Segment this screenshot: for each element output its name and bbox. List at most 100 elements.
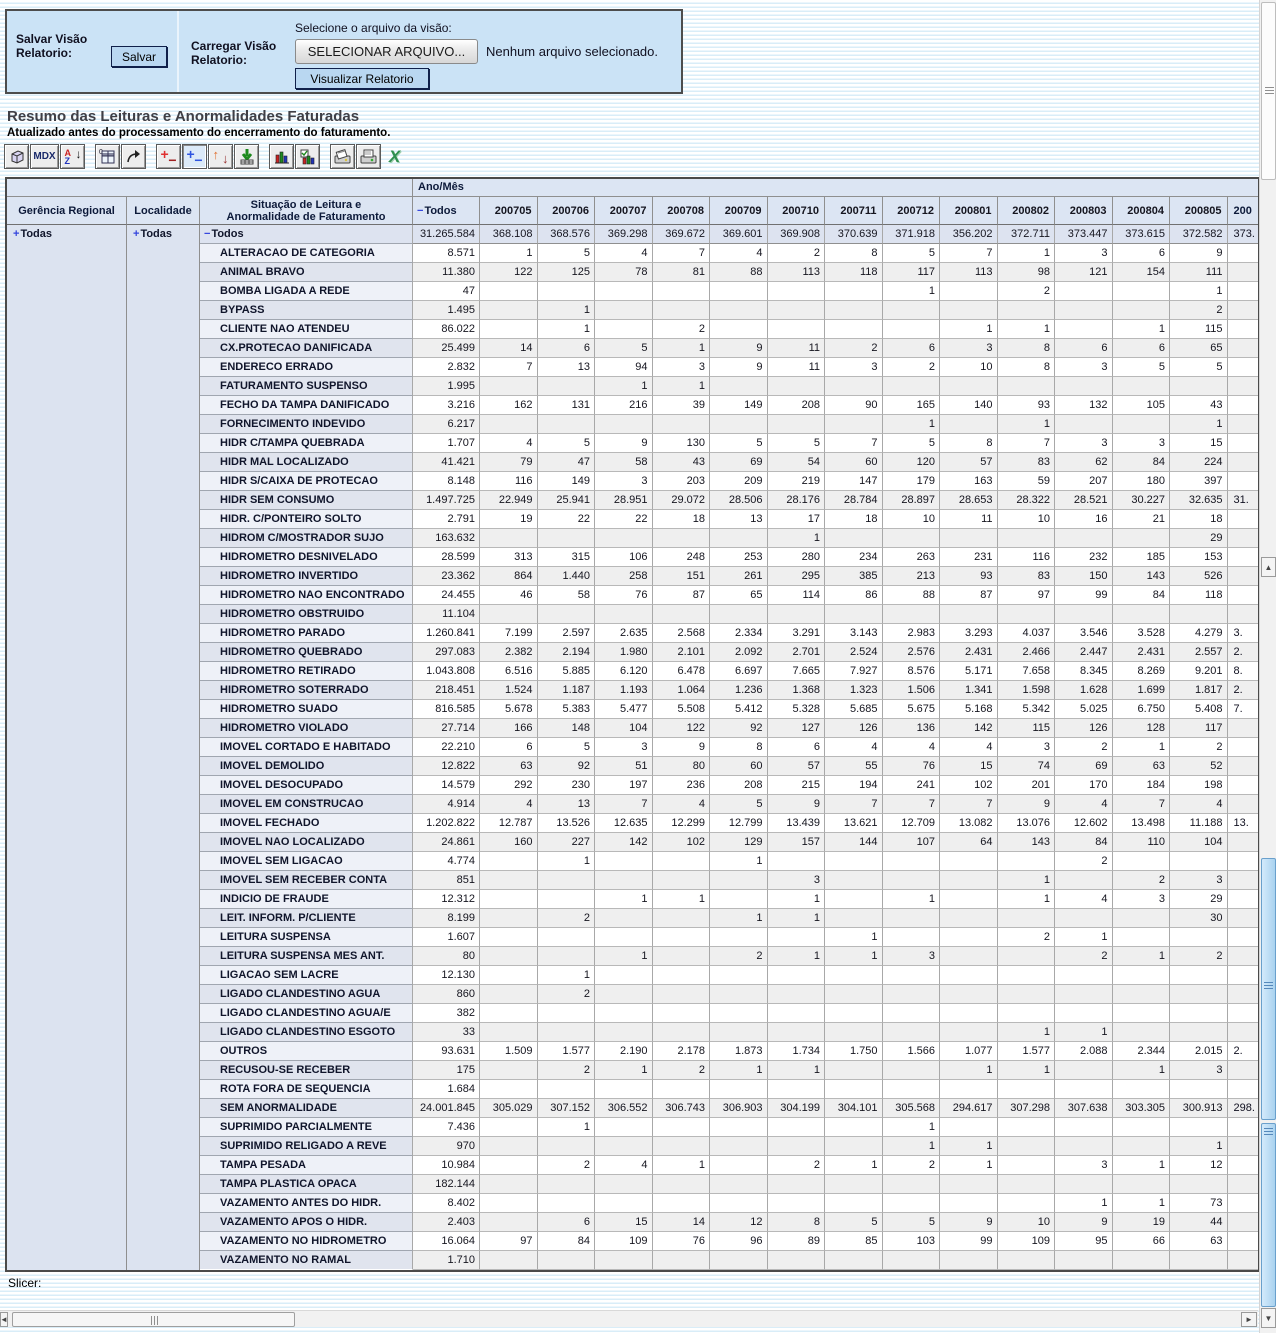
data-cell-200712: 8.576 (883, 662, 941, 681)
outer-scroll-thumb[interactable] (1261, 2, 1276, 180)
scroll-left-button[interactable]: ◄ (0, 1312, 8, 1327)
data-cell-200801 (940, 1118, 998, 1137)
field-list-icon[interactable]: 0 (95, 144, 120, 169)
data-cell-200709: 2.092 (710, 643, 768, 662)
column-header-200706[interactable]: 200706 (538, 197, 596, 225)
column-header-200711[interactable]: 200711 (825, 197, 883, 225)
column-group-header[interactable]: Ano/Mês (413, 179, 1258, 197)
column-header-200805[interactable]: 200805 (1170, 197, 1228, 225)
export-page-icon[interactable] (330, 144, 355, 169)
expand-red-icon[interactable]: +− (156, 144, 181, 169)
chart-icon[interactable] (269, 144, 294, 169)
column-header-200804[interactable]: 200804 (1113, 197, 1171, 225)
print-icon[interactable] (356, 144, 381, 169)
field-header-situation[interactable]: Situação de Leitura eAnormalidade de Fat… (200, 197, 413, 225)
data-cell-200804: 2 (1113, 871, 1171, 890)
data-cell-partial (1228, 529, 1259, 548)
data-cell-200709 (710, 1118, 768, 1137)
data-cell-200803: 84 (1055, 833, 1113, 852)
chart-check-icon[interactable] (295, 144, 320, 169)
column-header-200801[interactable]: 200801 (940, 197, 998, 225)
data-cell-200803: 307.638 (1055, 1099, 1113, 1118)
table-row: HIDR. C/PONTEIRO SOLTO2.7911922221813171… (200, 510, 1258, 529)
column-header-200708[interactable]: 200708 (653, 197, 711, 225)
sort-az-icon[interactable]: A Z ↓ (60, 144, 85, 169)
field-header-region[interactable]: Gerência Regional (7, 197, 127, 225)
column-header-200710[interactable]: 200710 (768, 197, 826, 225)
column-header-200709[interactable]: 200709 (710, 197, 768, 225)
data-cell-200708: 76 (653, 1232, 711, 1251)
sort-arrows-icon[interactable]: ↑↓ (208, 144, 233, 169)
data-cell-200707 (595, 1175, 653, 1194)
field-header-locality[interactable]: Localidade (127, 197, 200, 225)
scroll-up-button[interactable]: ▲ (1261, 557, 1276, 577)
scroll-grip (1265, 87, 1274, 95)
data-cell-200710: 1.368 (768, 681, 826, 700)
data-cell-200801: 1.077 (940, 1042, 998, 1061)
data-cell-200706 (538, 871, 596, 890)
data-cell-200711: 90 (825, 396, 883, 415)
table-row: INDICIO DE FRAUDE12.312111114329 (200, 890, 1258, 909)
data-cell-200709 (710, 1137, 768, 1156)
data-cell-200805 (1170, 852, 1228, 871)
mdx-button[interactable]: MDX (30, 144, 59, 169)
data-cell-200708: 2 (653, 1061, 711, 1080)
table-row: LEITURA SUSPENSA MES ANT.8012113212 (200, 947, 1258, 966)
column-header-200712[interactable]: 200712 (883, 197, 941, 225)
data-cell-200705 (480, 909, 538, 928)
data-cell-200805 (1170, 1175, 1228, 1194)
data-cell-200801 (940, 1080, 998, 1099)
horizontal-scroll-thumb[interactable] (12, 1312, 295, 1327)
row-label: IMOVEL FECHADO (200, 813, 413, 833)
collapse-glyph[interactable]: − (417, 205, 423, 217)
data-cell-partial (1228, 1232, 1259, 1251)
column-header-partial[interactable]: 200 (1228, 197, 1259, 225)
column-header-200803[interactable]: 200803 (1055, 197, 1113, 225)
data-cell-todos: 8.571 (413, 244, 480, 263)
collapse-blue-icon[interactable]: +− (182, 144, 207, 169)
select-file-button[interactable]: SELECIONAR ARQUIVO... (295, 39, 478, 64)
collapse-glyph[interactable]: − (204, 228, 210, 240)
data-cell-200711: 5.685 (825, 700, 883, 719)
table-row: LEITURA SUSPENSA1.607121 (200, 928, 1258, 947)
row-label[interactable]: −Todos (200, 225, 413, 244)
data-cell-200706 (538, 890, 596, 909)
column-header-todos[interactable]: − Todos (413, 197, 480, 225)
data-cell-200801 (940, 415, 998, 434)
data-cell-200707: 4 (595, 1156, 653, 1175)
data-cell-200705 (480, 1118, 538, 1137)
data-cell-todos: 1.607 (413, 928, 480, 947)
data-cell-200712 (883, 320, 941, 339)
expand-glyph[interactable]: + (13, 228, 19, 240)
data-cell-200803: 5.025 (1055, 700, 1113, 719)
region-member-cell[interactable]: +Todas (7, 225, 127, 1270)
drill-down-icon[interactable] (234, 144, 259, 169)
data-cell-200710: 17 (768, 510, 826, 529)
scroll-down-button[interactable]: ▼ (1261, 1308, 1276, 1328)
inner-scroll-thumb-lower[interactable] (1261, 1123, 1276, 1307)
excel-icon[interactable]: X (382, 144, 407, 169)
column-header-200802[interactable]: 200802 (998, 197, 1056, 225)
data-cell-200710 (768, 1194, 826, 1213)
data-cell-200804: 84 (1113, 586, 1171, 605)
data-cell-200709 (710, 529, 768, 548)
data-cell-todos: 33 (413, 1023, 480, 1042)
data-cell-200709: 13 (710, 510, 768, 529)
save-button[interactable]: Salvar (111, 46, 167, 67)
data-cell-200805: 11.188 (1170, 814, 1228, 833)
column-header-200707[interactable]: 200707 (595, 197, 653, 225)
file-status-text: Nenhum arquivo selecionado. (486, 44, 658, 59)
cube-icon[interactable] (4, 144, 29, 169)
view-report-button[interactable]: Visualizar Relatorio (295, 68, 429, 89)
expand-glyph[interactable]: + (133, 228, 139, 240)
column-header-200705[interactable]: 200705 (480, 197, 538, 225)
data-cell-200709: 5 (710, 434, 768, 453)
locality-member-cell[interactable]: +Todas (127, 225, 200, 1270)
data-cell-200711: 1 (825, 1156, 883, 1175)
scroll-right-button[interactable]: ► (1241, 1312, 1257, 1327)
data-cell-200801 (940, 282, 998, 301)
data-cell-200709: 306.903 (710, 1099, 768, 1118)
refresh-arrow-icon[interactable] (121, 144, 146, 169)
inner-scroll-thumb-upper[interactable] (1261, 858, 1276, 1120)
data-cell-200707: 28.951 (595, 491, 653, 510)
